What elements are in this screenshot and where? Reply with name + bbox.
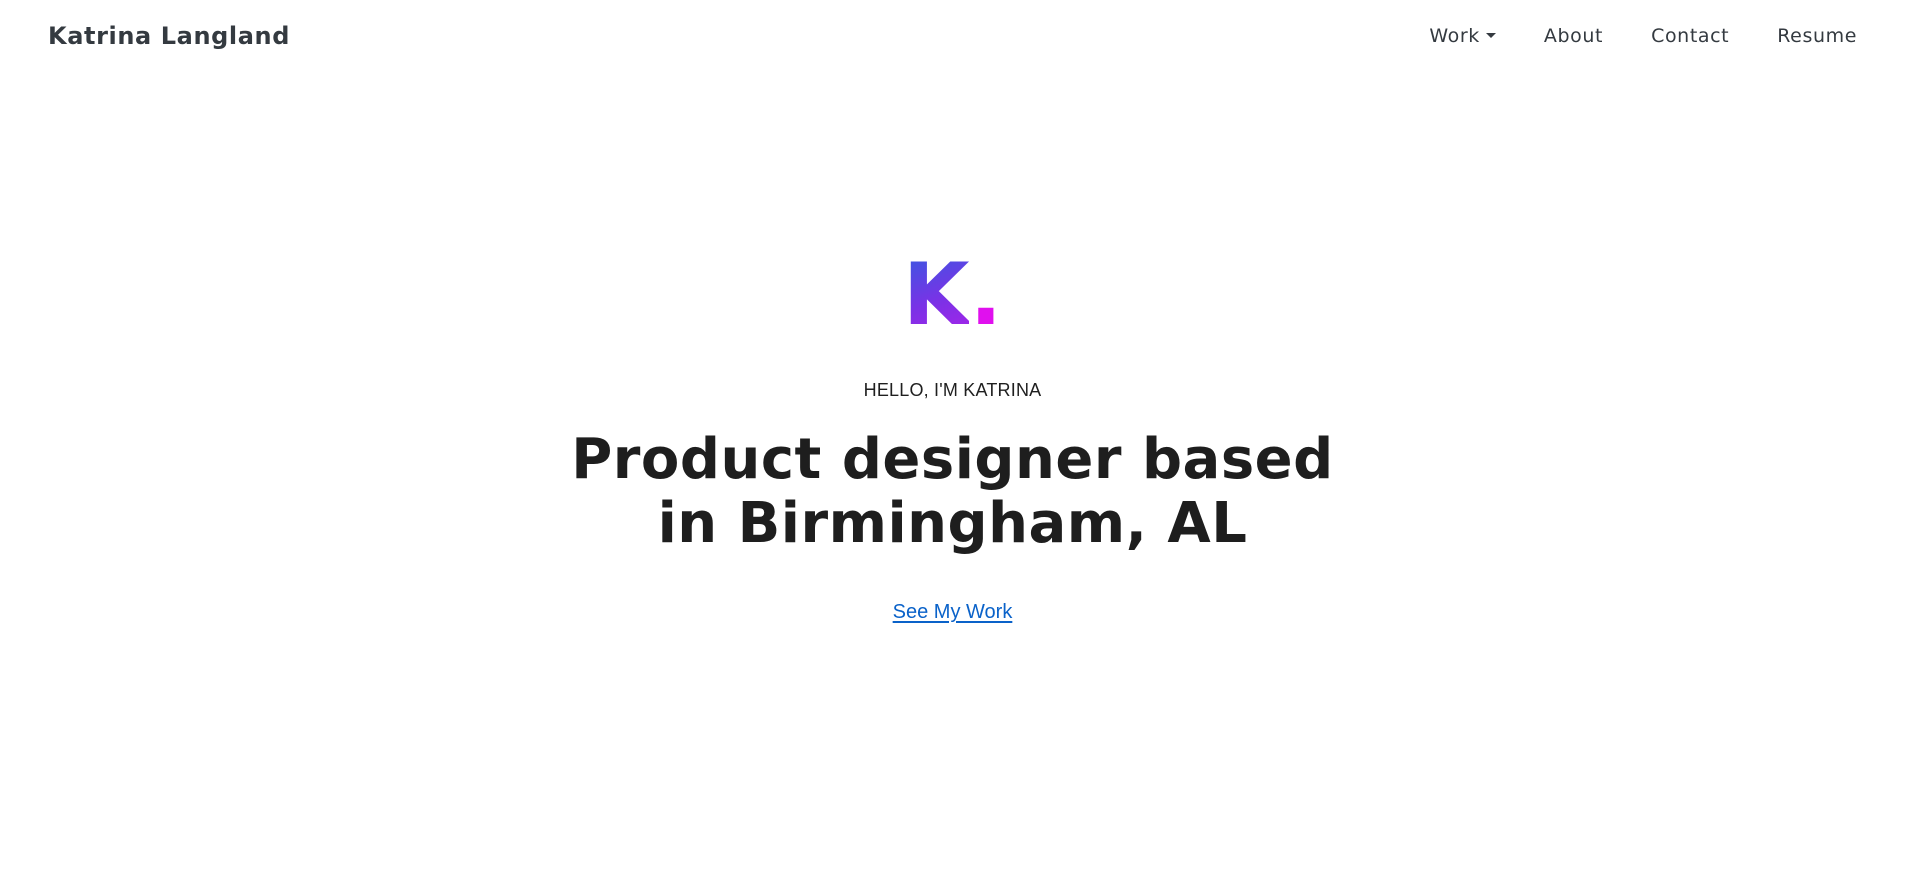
logo-dot: . — [969, 245, 1003, 345]
hero-eyebrow: HELLO, I'M KATRINA — [863, 380, 1042, 400]
hero-headline: Product designer based in Birmingham, AL — [0, 428, 1905, 556]
logo-letter: K — [902, 245, 970, 345]
hero-section: K. HELLO, I'M KATRINA Product designer b… — [0, 0, 1905, 887]
logo-mark: K. — [0, 252, 1905, 338]
cta-container: See My Work — [0, 601, 1905, 624]
hero-headline-line1: Product designer based — [571, 427, 1334, 492]
hero-headline-line2: in Birmingham, AL — [657, 491, 1248, 556]
see-my-work-link[interactable]: See My Work — [893, 601, 1013, 623]
